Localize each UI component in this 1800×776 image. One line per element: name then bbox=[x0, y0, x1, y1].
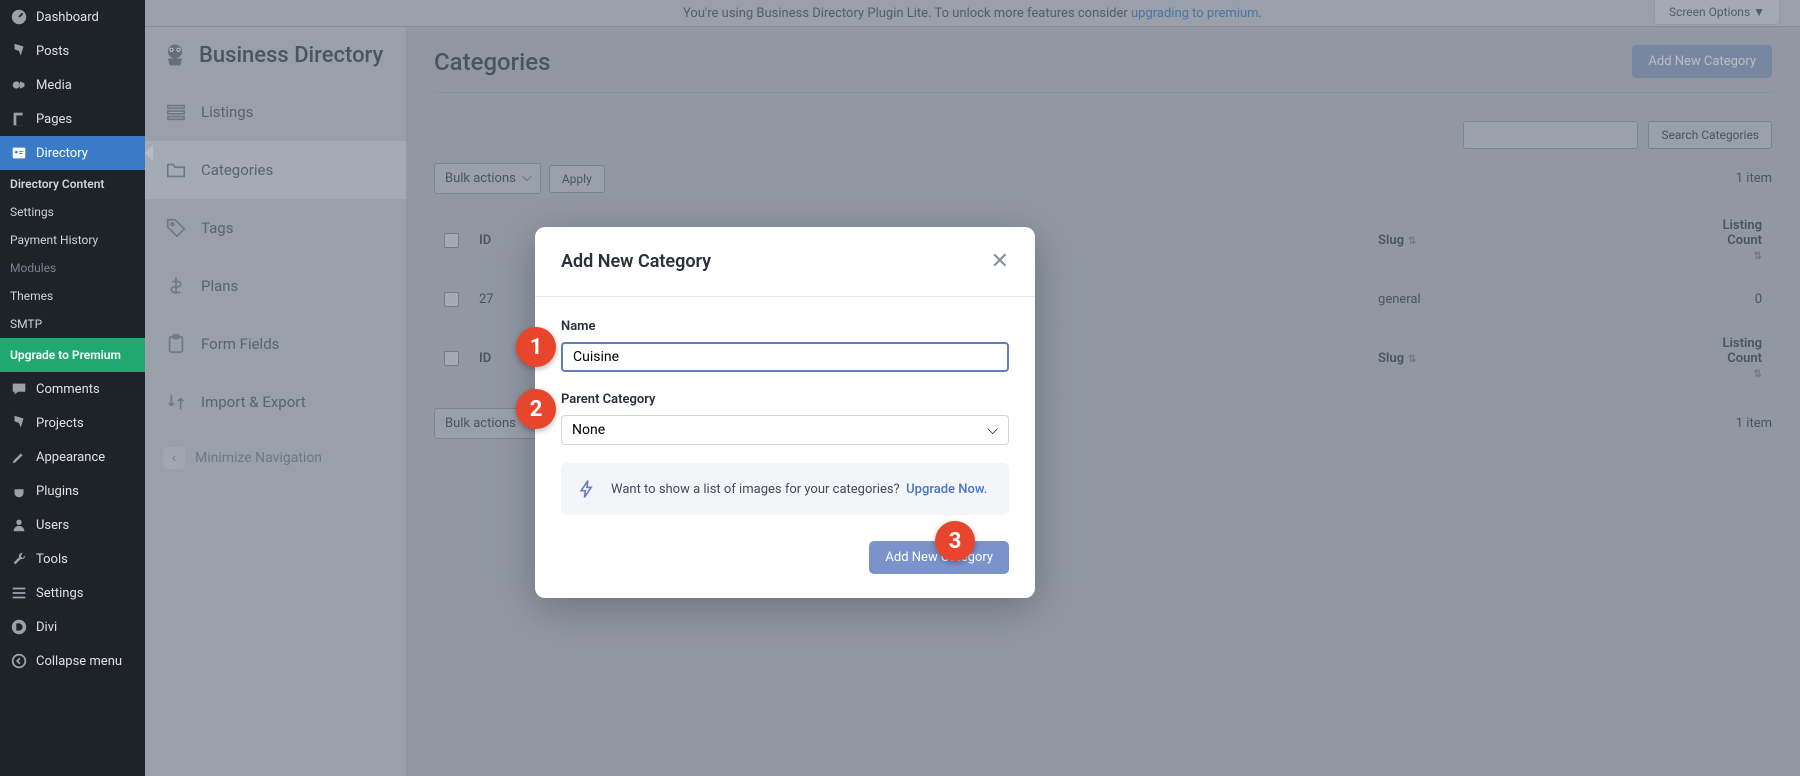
category-name-input[interactable] bbox=[561, 342, 1009, 372]
nav-tools[interactable]: Tools bbox=[0, 542, 145, 576]
nav-projects[interactable]: Projects bbox=[0, 406, 145, 440]
wrench-icon bbox=[10, 550, 28, 568]
nav-dashboard[interactable]: Dashboard bbox=[0, 0, 145, 34]
parent-label: Parent Category bbox=[561, 392, 1009, 407]
nav-payment-history[interactable]: Payment History bbox=[0, 226, 145, 254]
directory-icon bbox=[10, 144, 28, 162]
media-icon bbox=[10, 76, 28, 94]
nav-appearance[interactable]: Appearance bbox=[0, 440, 145, 474]
nav-pages[interactable]: Pages bbox=[0, 102, 145, 136]
pin-icon bbox=[10, 414, 28, 432]
nav-users[interactable]: Users bbox=[0, 508, 145, 542]
nav-directory[interactable]: Directory bbox=[0, 136, 145, 170]
nav-smtp[interactable]: SMTP bbox=[0, 310, 145, 338]
nav-divi[interactable]: Divi bbox=[0, 610, 145, 644]
nav-settings-sub[interactable]: Settings bbox=[0, 198, 145, 226]
callout-badge-1: 1 bbox=[516, 327, 556, 367]
modal-title: Add New Category bbox=[561, 251, 711, 272]
pin-icon bbox=[10, 42, 28, 60]
nav-media[interactable]: Media bbox=[0, 68, 145, 102]
callout-badge-3: 3 bbox=[935, 521, 975, 561]
wp-admin-sidebar: Dashboard Posts Media Pages Directory Di… bbox=[0, 0, 145, 776]
brush-icon bbox=[10, 448, 28, 466]
callout-badge-2: 2 bbox=[516, 389, 556, 429]
pages-icon bbox=[10, 110, 28, 128]
sliders-icon bbox=[10, 584, 28, 602]
upgrade-now-link[interactable]: Upgrade Now. bbox=[906, 482, 987, 497]
divi-icon bbox=[10, 618, 28, 636]
user-icon bbox=[10, 516, 28, 534]
name-label: Name bbox=[561, 319, 1009, 334]
nav-themes[interactable]: Themes bbox=[0, 282, 145, 310]
comment-icon bbox=[10, 380, 28, 398]
collapse-icon bbox=[10, 652, 28, 670]
nav-upgrade-premium[interactable]: Upgrade to Premium bbox=[0, 338, 145, 372]
chevron-down-icon: ⌵ bbox=[987, 422, 998, 438]
close-icon[interactable]: ✕ bbox=[991, 249, 1009, 274]
upsell-notice: Want to show a list of images for your c… bbox=[561, 463, 1009, 515]
nav-comments[interactable]: Comments bbox=[0, 372, 145, 406]
plug-icon bbox=[10, 482, 28, 500]
nav-settings[interactable]: Settings bbox=[0, 576, 145, 610]
nav-directory-content[interactable]: Directory Content bbox=[0, 170, 145, 198]
lightning-icon bbox=[577, 479, 597, 499]
nav-collapse[interactable]: Collapse menu bbox=[0, 644, 145, 678]
parent-category-select[interactable]: None⌵ bbox=[561, 415, 1009, 445]
nav-plugins[interactable]: Plugins bbox=[0, 474, 145, 508]
nav-posts[interactable]: Posts bbox=[0, 34, 145, 68]
nav-modules[interactable]: Modules bbox=[0, 254, 145, 282]
dashboard-icon bbox=[10, 8, 28, 26]
